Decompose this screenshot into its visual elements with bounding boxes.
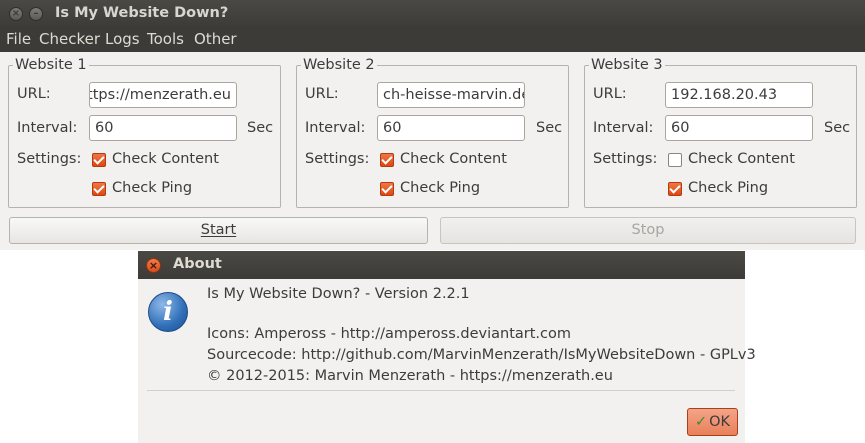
menu-logs[interactable]: Logs [105, 30, 140, 48]
url-input[interactable]: https://menzerath.eu [89, 82, 237, 108]
divider [147, 390, 735, 391]
interval-label: Interval: [593, 120, 654, 136]
close-icon[interactable]: × [9, 7, 23, 21]
close-icon[interactable]: × [146, 258, 161, 273]
about-title-bar[interactable]: × About [138, 251, 745, 279]
check-content-label[interactable]: Check Content [112, 151, 219, 167]
sec-label: Sec [824, 120, 851, 136]
check-content-checkbox[interactable] [92, 153, 106, 167]
sec-label: Sec [536, 120, 563, 136]
stop-button[interactable]: Stop [440, 217, 856, 244]
menu-bar: File Checker Logs Tools Other [0, 28, 865, 52]
check-content-checkbox[interactable] [380, 153, 394, 167]
group-title: Website 1 [13, 57, 89, 73]
group-title: Website 2 [301, 57, 377, 73]
about-sourcecode: Sourcecode: http://github.com/MarvinMenz… [207, 347, 756, 363]
about-title: About [173, 256, 222, 272]
about-copyright: © 2012-2015: Marvin Menzerath - https://… [207, 368, 613, 384]
about-version: Is My Website Down? - Version 2.2.1 [207, 286, 470, 302]
website-2-group: Website 2 URL: ch-heisse-marvin.de Inter… [296, 57, 569, 208]
title-bar[interactable]: × – Is My Website Down? [0, 0, 865, 28]
settings-label: Settings: [305, 151, 370, 167]
about-dialog: × About i Is My Website Down? - Version … [138, 251, 756, 443]
interval-input[interactable]: 60 [89, 115, 237, 141]
settings-label: Settings: [593, 151, 658, 167]
minimize-icon[interactable]: – [29, 7, 43, 21]
url-label: URL: [305, 86, 339, 102]
info-icon: i [148, 292, 188, 332]
start-button[interactable]: Start [9, 217, 428, 244]
menu-file[interactable]: File [6, 30, 31, 48]
menu-checker[interactable]: Checker [39, 30, 100, 48]
start-button-label: Start [200, 222, 237, 238]
check-ping-label[interactable]: Check Ping [112, 180, 192, 196]
check-ping-label[interactable]: Check Ping [400, 180, 480, 196]
check-content-checkbox[interactable] [668, 153, 682, 167]
sec-label: Sec [247, 120, 274, 136]
check-ping-label[interactable]: Check Ping [688, 180, 768, 196]
main-window: × – Is My Website Down? File Checker Log… [0, 0, 865, 250]
interval-input[interactable]: 60 [377, 115, 525, 141]
check-icon: ✓ [694, 414, 708, 430]
ok-button[interactable]: ✓ OK [687, 408, 738, 436]
group-title: Website 3 [589, 57, 665, 73]
interval-label: Interval: [17, 120, 78, 136]
menu-tools[interactable]: Tools [147, 30, 184, 48]
website-3-group: Website 3 URL: 192.168.20.43 Interval: 6… [584, 57, 857, 208]
check-ping-checkbox[interactable] [380, 182, 394, 196]
url-input[interactable]: 192.168.20.43 [665, 82, 813, 108]
url-input[interactable]: ch-heisse-marvin.de [377, 82, 525, 108]
check-ping-checkbox[interactable] [92, 182, 106, 196]
window-title: Is My Website Down? [55, 5, 229, 21]
check-content-label[interactable]: Check Content [400, 151, 507, 167]
interval-input[interactable]: 60 [665, 115, 813, 141]
url-label: URL: [593, 86, 627, 102]
ok-button-label: OK [709, 414, 731, 430]
check-ping-checkbox[interactable] [668, 182, 682, 196]
settings-label: Settings: [17, 151, 82, 167]
url-label: URL: [17, 86, 51, 102]
website-1-group: Website 1 URL: https://menzerath.eu Inte… [8, 57, 281, 208]
menu-other[interactable]: Other [194, 30, 237, 48]
stop-button-label: Stop [631, 222, 665, 238]
interval-label: Interval: [305, 120, 366, 136]
check-content-label[interactable]: Check Content [688, 151, 795, 167]
about-icons-credit: Icons: Ampeross - http://ampeross.devian… [207, 326, 571, 342]
